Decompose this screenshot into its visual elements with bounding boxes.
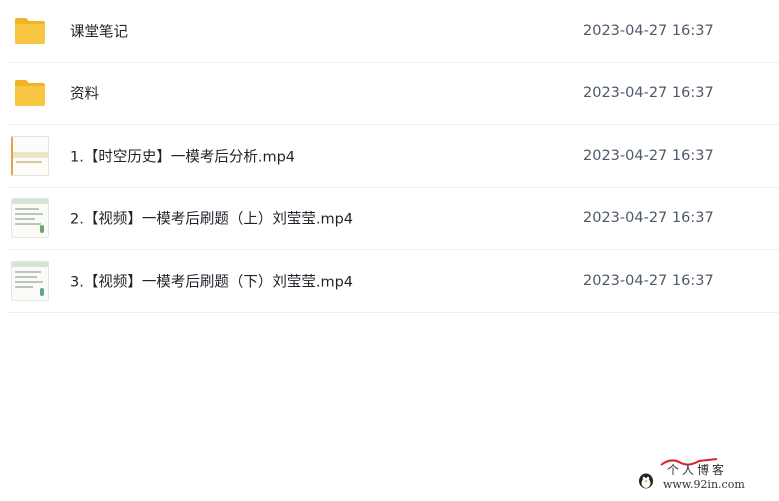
video-thumbnail: [10, 260, 50, 301]
watermark-title: 个人博客: [667, 463, 728, 477]
modified-time: 2023-04-27 16:37: [583, 22, 714, 39]
penguin-logo-icon: [639, 473, 653, 489]
watermark: 个人博客 www.92in.com: [637, 458, 765, 495]
list-item[interactable]: 2.【视频】一模考后刷题（上）刘莹莹.mp4 2023-04-27 16:37: [8, 188, 779, 250]
modified-time: 2023-04-27 16:37: [583, 210, 714, 227]
file-name[interactable]: 1.【时空历史】一模考后分析.mp4: [70, 145, 295, 166]
list-item[interactable]: 资料 2023-04-27 16:37: [8, 63, 779, 125]
list-item[interactable]: 课堂笔记 2023-04-27 16:37: [8, 0, 779, 63]
video-thumbnail: [10, 198, 50, 239]
modified-time: 2023-04-27 16:37: [583, 85, 714, 102]
watermark-url: www.92in.com: [663, 478, 745, 491]
file-name[interactable]: 课堂笔记: [70, 20, 128, 41]
list-item[interactable]: 1.【时空历史】一模考后分析.mp4 2023-04-27 16:37: [8, 125, 779, 188]
list-item[interactable]: 3.【视频】一模考后刷题（下）刘莹莹.mp4 2023-04-27 16:37: [8, 250, 779, 313]
folder-icon: [10, 73, 50, 113]
folder-icon: [10, 11, 50, 51]
modified-time: 2023-04-27 16:37: [583, 147, 714, 164]
file-list: 课堂笔记 2023-04-27 16:37 资料 2023-04-27 16:3…: [8, 0, 779, 313]
file-name[interactable]: 资料: [70, 83, 99, 104]
file-name[interactable]: 3.【视频】一模考后刷题（下）刘莹莹.mp4: [70, 270, 353, 291]
video-thumbnail: [10, 135, 50, 176]
modified-time: 2023-04-27 16:37: [583, 272, 714, 289]
file-name[interactable]: 2.【视频】一模考后刷题（上）刘莹莹.mp4: [70, 208, 353, 229]
